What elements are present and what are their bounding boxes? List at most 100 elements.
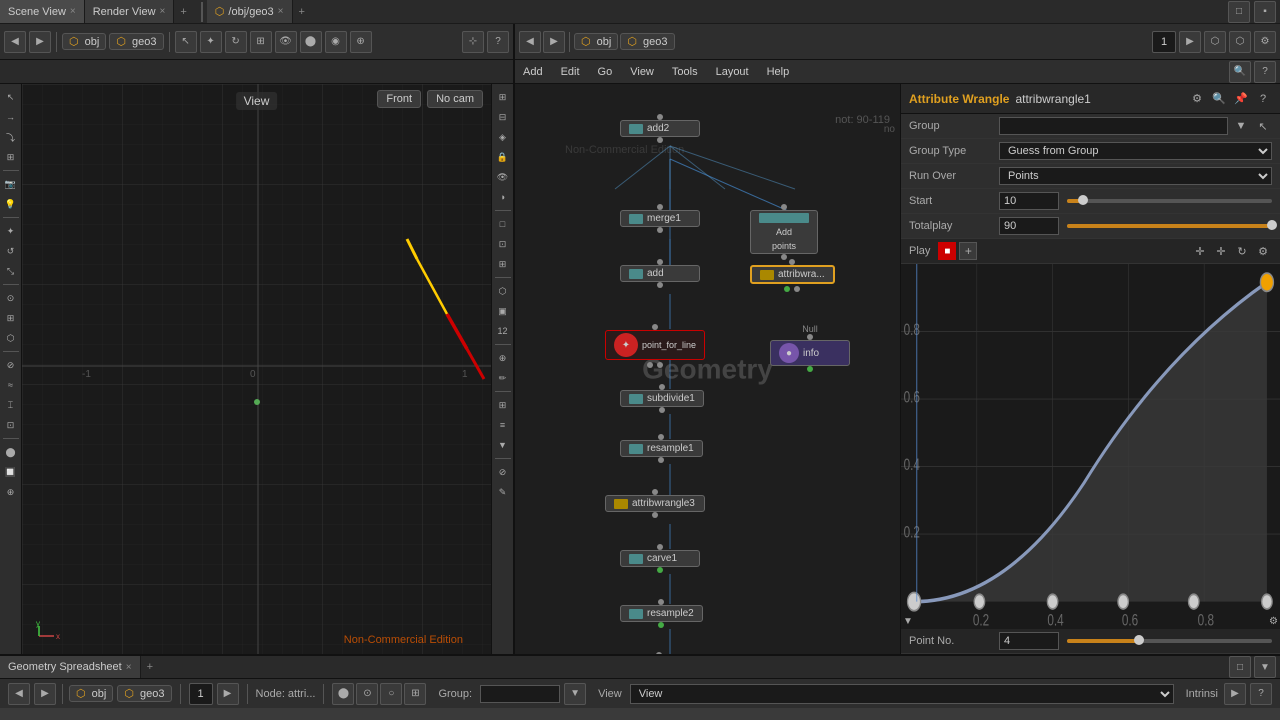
bottom-help-btn[interactable]: ? [1250,683,1272,705]
node-add-points-box[interactable]: Add points [750,210,818,254]
node-add-box[interactable]: add [620,265,700,282]
node-info[interactable]: Null ● info [770,324,850,372]
node-subdivide1-box[interactable]: subdivide1 [620,390,704,407]
bottom-intrinsic-btn[interactable]: ▶ [1224,683,1246,705]
tool-render-cam[interactable]: 📷 [2,175,20,193]
view-persp[interactable]: □ [494,215,512,233]
node-resample2-box[interactable]: resample2 [620,605,703,622]
attr-group-type-select[interactable]: Guess from Group [999,142,1272,160]
play-stop-btn[interactable]: ■ [938,242,956,260]
tab-add-btn[interactable]: + [174,6,192,18]
attr-totalplay-slider[interactable] [1067,224,1272,228]
ramp-area[interactable]: 0.2 0.4 0.6 0.8 0.2 0.4 0.6 0.8 ▼ ⚙ [901,264,1280,629]
tool-geo[interactable]: ⬤ [2,443,20,461]
tab-right-add-btn[interactable]: + [293,6,311,18]
no-cam-btn[interactable]: No cam [427,90,483,108]
node-settings-icon[interactable]: ⚙ [1254,31,1276,53]
view-snap2[interactable]: ✏ [494,369,512,387]
node-add2[interactable]: add2 [620,114,700,143]
playback-icon[interactable]: ▶ [1179,31,1201,53]
menu-tools[interactable]: Tools [664,60,706,83]
back-btn[interactable]: ◀ [4,31,26,53]
view-snap-obj[interactable]: ⊟ [494,108,512,126]
scene-tool-transform[interactable]: ⊞ [250,31,272,53]
tool-rotate[interactable]: ↺ [2,242,20,260]
scene-tool-display[interactable]: ⬤ [300,31,322,53]
node-canvas[interactable]: Geometry not: 90-119 no Non-Commercial E… [515,84,900,654]
menu-help[interactable]: Help [759,60,798,83]
node-point-for-line-box[interactable]: ✦ point_for_line [605,330,705,360]
node-add[interactable]: add [620,259,700,288]
view-snap3[interactable]: ⊘ [494,463,512,481]
bottom-panel-float[interactable]: □ [1229,656,1251,678]
tool-lights[interactable]: 💡 [2,195,20,213]
node-merge1[interactable]: merge1 [620,204,700,233]
breadcrumb-geo-right[interactable]: ⬡ geo3 [620,33,674,50]
tab-geo-spreadsheet-close[interactable]: × [126,662,132,673]
attr-search-icon[interactable]: 🔍 [1210,90,1228,108]
node-resample2[interactable]: resample2 [620,599,703,628]
attr-group-input[interactable] [999,117,1228,135]
node-carve1[interactable]: carve1 [620,544,700,573]
tab-geometry-spreadsheet[interactable]: Geometry Spreadsheet × [0,656,141,678]
node-carve1-box[interactable]: carve1 [620,550,700,567]
node-search[interactable]: 🔍 [1229,61,1251,83]
tool-select[interactable]: ↖ [2,88,20,106]
node-attribwrangle3[interactable]: attribwrangle3 [605,489,705,518]
breadcrumb-obj-left[interactable]: ⬡ obj [62,33,106,50]
node-resample1[interactable]: resample1 [620,434,703,463]
view-geo[interactable]: ⬡ [494,282,512,300]
attr-totalplay-input[interactable] [999,217,1059,235]
node-render-icon[interactable]: ⬡ [1229,31,1251,53]
tab-obj-geo3[interactable]: ⬡ /obj/geo3 × [207,0,293,23]
attr-run-over-select[interactable]: Points [999,167,1272,185]
bottom-playback[interactable]: ▶ [217,683,239,705]
bottom-display-icon1[interactable]: ⬤ [332,683,354,705]
attr-start-slider[interactable] [1067,199,1272,203]
node-help[interactable]: ? [1254,61,1276,83]
view-panels[interactable]: ⊞ [494,255,512,273]
frame-number[interactable]: 1 [1152,31,1176,53]
forward-btn[interactable]: ▶ [29,31,51,53]
menu-view[interactable]: View [622,60,662,83]
menu-layout[interactable]: Layout [708,60,757,83]
tab-render-view[interactable]: Render View × [85,0,175,23]
scene-canvas[interactable]: -1 0 1 View Front No cam Non-Commercial … [22,84,491,654]
node-subdivide1[interactable]: subdivide1 [620,384,704,413]
breadcrumb-obj-right[interactable]: ⬡ obj [574,33,618,50]
tool-anim[interactable]: ⊡ [2,416,20,434]
ramp-rotate-icon[interactable]: ↻ [1233,242,1251,260]
scene-tool-select[interactable]: ↖ [175,31,197,53]
tool-pose[interactable]: ⌶ [2,396,20,414]
node-back-btn[interactable]: ◀ [519,31,541,53]
tab-obj-geo3-close[interactable]: × [278,6,284,17]
node-point-for-line[interactable]: ✦ point_for_line [605,324,705,368]
bottom-view-select[interactable]: View [630,684,1174,704]
front-btn[interactable]: Front [377,90,421,108]
tool-marquee[interactable]: ⊞ [2,148,20,166]
node-attribwrangle3-box[interactable]: attribwrangle3 [605,495,705,512]
scene-help-icon[interactable]: ? [487,31,509,53]
tool-soft-xform[interactable]: ≈ [2,376,20,394]
view-opt[interactable]: ≡ [494,416,512,434]
menu-add[interactable]: Add [515,60,551,83]
node-attribwrangle[interactable]: attribwra... [750,259,835,292]
view-eye[interactable]: 👁 [494,168,512,186]
attr-group-dropdown[interactable]: ▼ [1232,117,1250,135]
menu-edit[interactable]: Edit [553,60,588,83]
ramp-add-control-pt[interactable]: ✛ [1191,242,1209,260]
bottom-panel-close[interactable]: ▼ [1254,656,1276,678]
bottom-tab-add[interactable]: + [141,661,159,673]
node-info-box[interactable]: ● info [770,340,850,366]
bottom-display-icon3[interactable]: ○ [380,683,402,705]
attr-start-input[interactable] [999,192,1059,210]
bottom-group-input[interactable] [480,685,560,703]
attr-point-no-input[interactable] [999,632,1059,650]
tool-faces[interactable]: ⬡ [2,329,20,347]
bottom-forward-btn[interactable]: ▶ [34,683,56,705]
bottom-group-filter[interactable]: ▼ [564,683,586,705]
bottom-display-icon2[interactable]: ⊙ [356,683,378,705]
attr-point-no-slider[interactable] [1067,639,1272,643]
bottom-breadcrumb-geo[interactable]: ⬡ geo3 [117,685,171,702]
bottom-frame-number[interactable]: 1 [189,683,213,705]
